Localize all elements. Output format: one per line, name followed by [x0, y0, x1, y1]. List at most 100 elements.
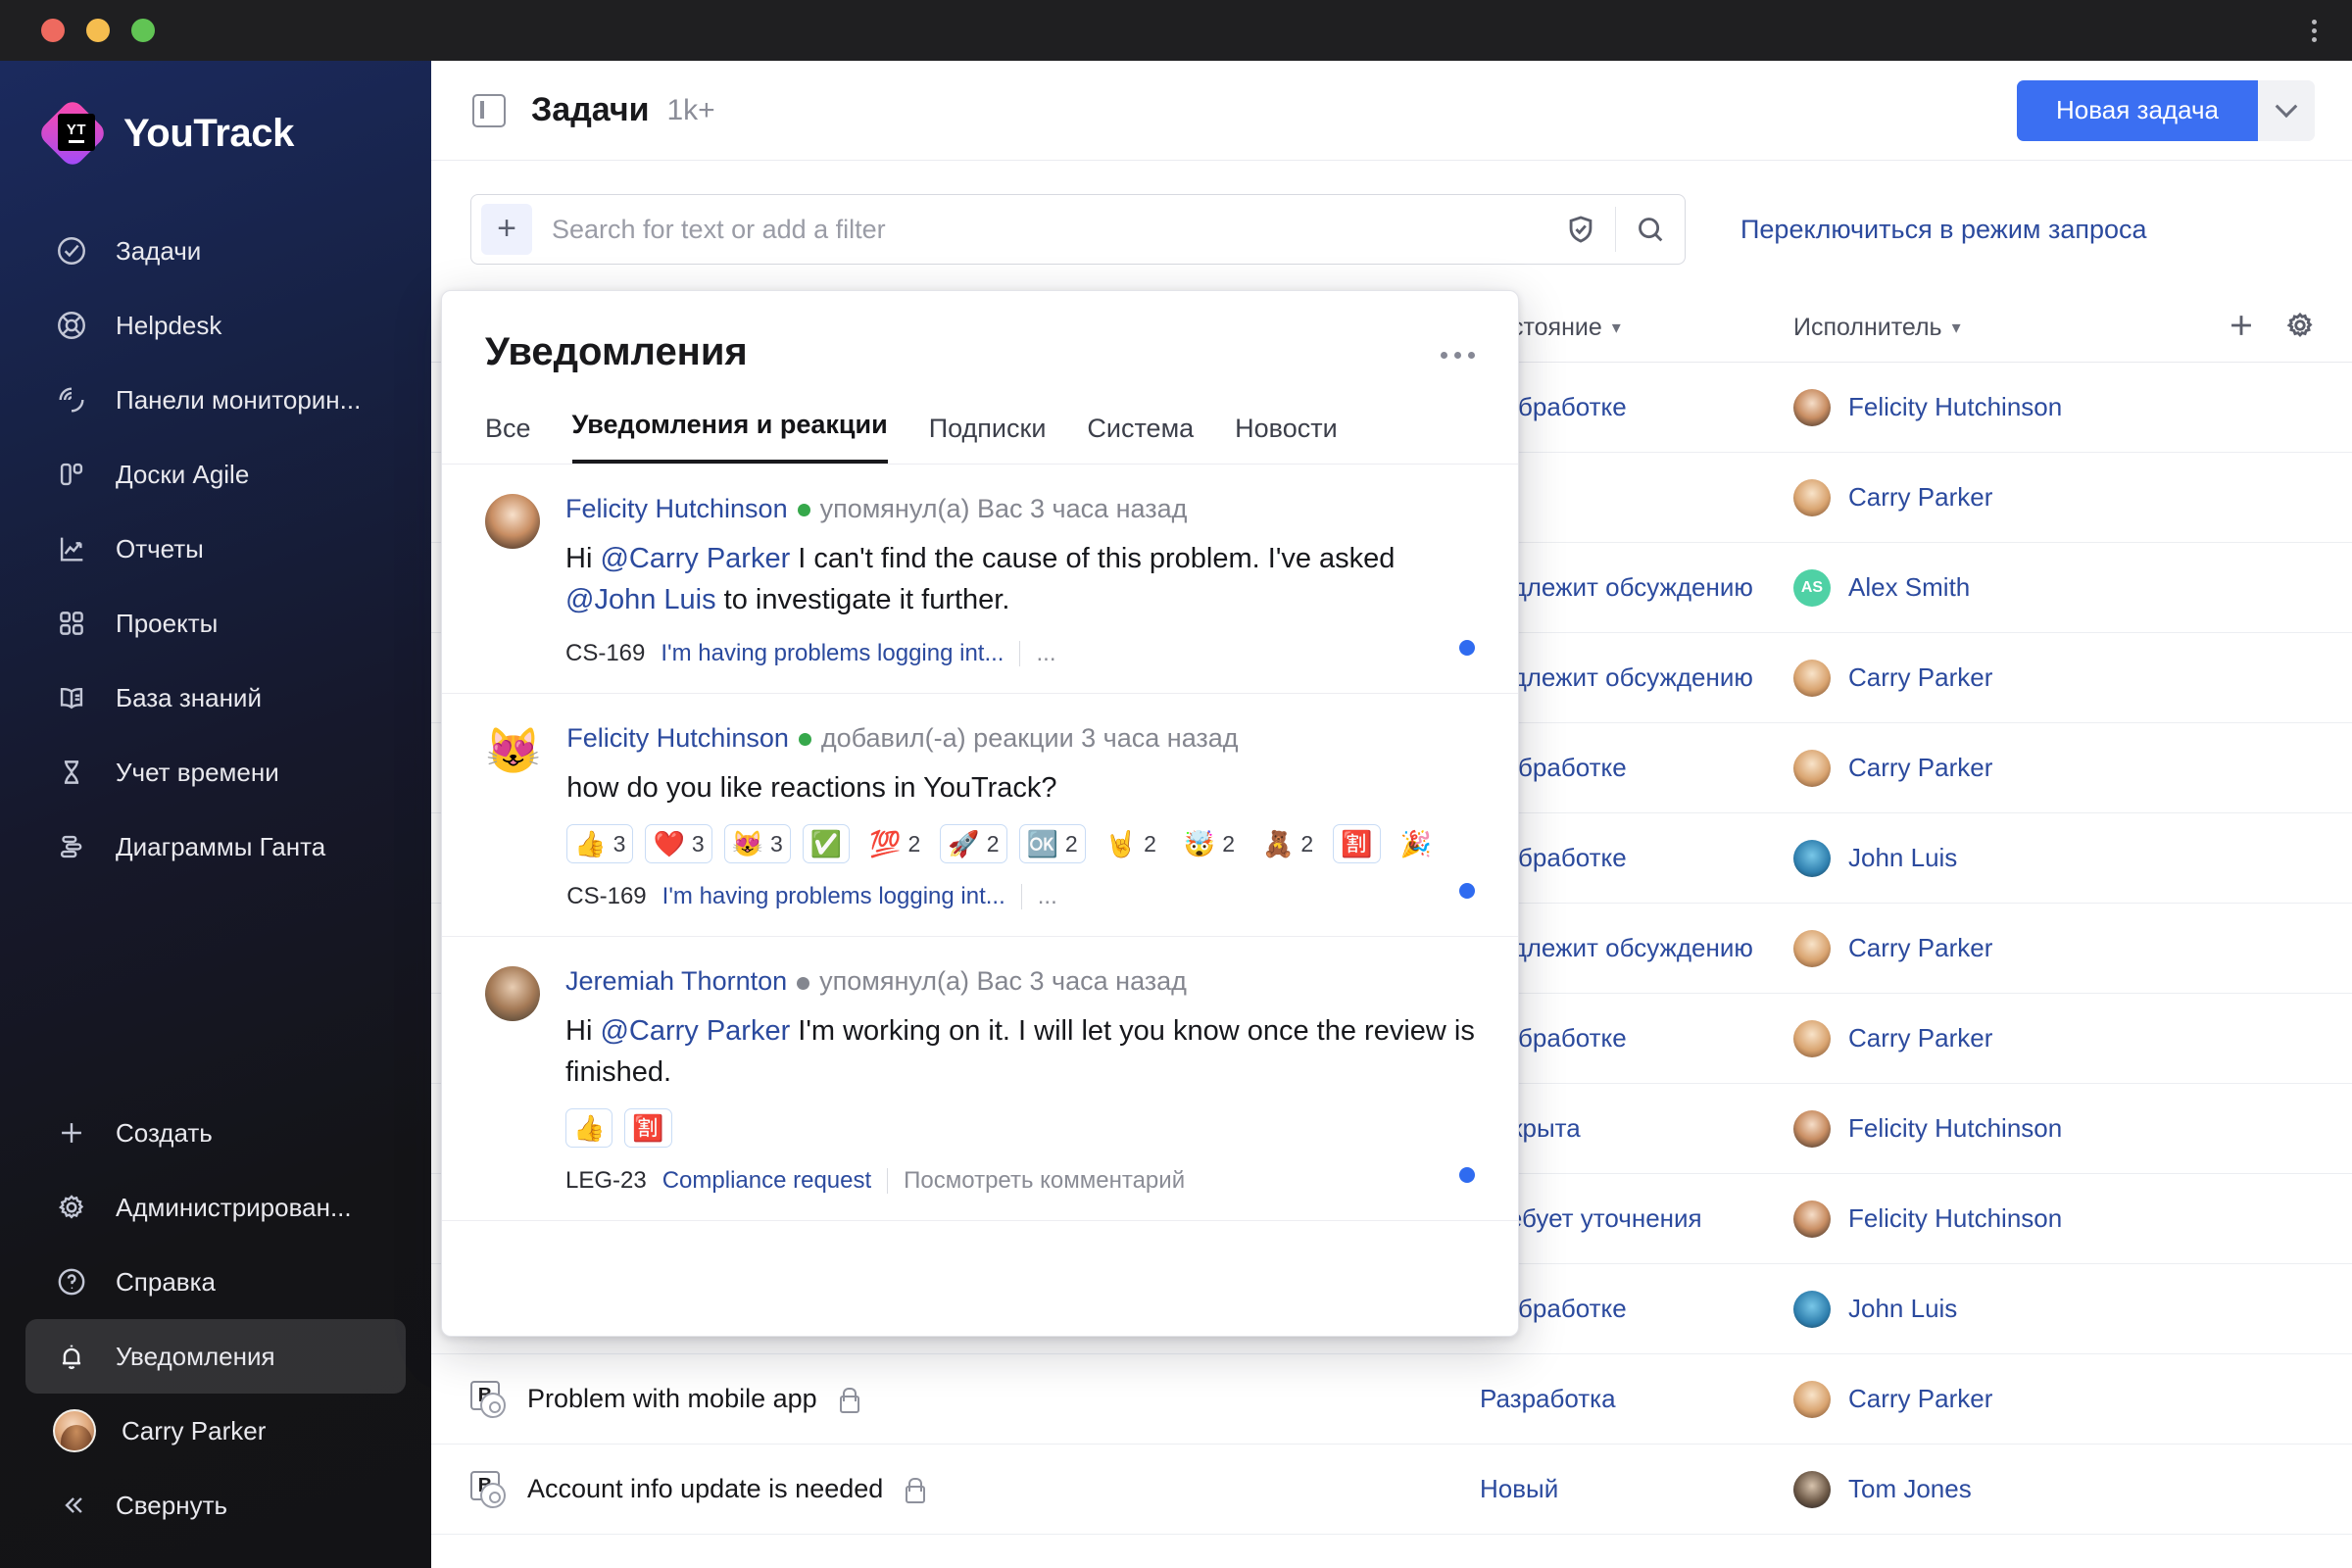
table-row[interactable]: B Problem with mobile app Разработка Carry … — [431, 1354, 2352, 1445]
cell-state[interactable]: Подлежит обсуждению — [1480, 933, 1793, 963]
notification-item[interactable]: 😻 Felicity Hutchinson добавил(-а) реакции … — [442, 694, 1518, 938]
new-issue-dropdown-button[interactable] — [2258, 79, 2315, 141]
footer-extra[interactable]: ... — [1038, 883, 1057, 910]
unread-indicator-dot[interactable] — [1459, 640, 1475, 657]
cell-assignee[interactable]: Felicity Hutchinson — [1793, 1109, 2215, 1148]
cell-state[interactable]: Новый — [1480, 1474, 1793, 1504]
issue-link[interactable]: I'm having problems logging int... — [661, 640, 1004, 667]
issue-link[interactable]: I'm having problems logging int... — [662, 883, 1005, 910]
cell-assignee[interactable]: Carry Parker — [1793, 929, 2215, 967]
notification-author[interactable]: Jeremiah Thornton — [565, 966, 787, 996]
cell-assignee[interactable]: Carry Parker — [1793, 1019, 2215, 1057]
reaction-chip[interactable]: 🤯 2 — [1175, 824, 1244, 864]
close-window-button[interactable] — [41, 19, 65, 42]
cell-assignee[interactable]: Tom Jones — [1793, 1470, 2215, 1508]
switch-to-query-mode-link[interactable]: Переключиться в режим запроса — [1740, 215, 2147, 245]
maximize-window-button[interactable] — [131, 19, 155, 42]
mention-link[interactable]: @Carry Parker — [600, 543, 790, 574]
sidebar-item-create[interactable]: Создать — [25, 1096, 406, 1170]
sidebar-item-helpdesk[interactable]: Helpdesk — [25, 288, 406, 363]
ellipsis-icon[interactable] — [1441, 330, 1475, 359]
sidebar-item-user-profile[interactable]: Carry Parker — [25, 1394, 406, 1468]
tab-item[interactable]: Система — [1087, 414, 1194, 464]
reaction-chip[interactable]: 🈹 — [624, 1108, 672, 1149]
footer-extra[interactable]: Посмотреть комментарий — [904, 1167, 1185, 1195]
reaction-chip[interactable]: 😻 3 — [723, 824, 791, 864]
column-header-state[interactable]: Состояние ▾ — [1480, 314, 1793, 342]
issue-id[interactable]: LEG-23 — [565, 1167, 647, 1195]
cell-assignee[interactable]: John Luis — [1793, 1290, 2215, 1328]
issue-link[interactable]: Compliance request — [662, 1167, 871, 1195]
reaction-chip[interactable]: 💯 2 — [861, 824, 929, 864]
notification-item[interactable]: Jeremiah Thornton упомянул(а) Вас 3 часа … — [442, 937, 1518, 1222]
sidebar-item-agile-boards[interactable]: Доски Agile — [25, 437, 406, 512]
notification-item[interactable]: Felicity Hutchinson упомянул(а) Вас 3 час… — [442, 465, 1518, 695]
cell-assignee[interactable]: Carry Parker — [1793, 1380, 2215, 1418]
tab-item[interactable]: Все — [485, 414, 531, 464]
minimize-window-button[interactable] — [86, 19, 110, 42]
column-header-assignee[interactable]: Исполнитель ▾ — [1793, 314, 2215, 342]
sidebar-item-help[interactable]: Справка — [25, 1245, 406, 1319]
tab-active[interactable]: Уведомления и реакции — [571, 410, 888, 464]
reaction-chip[interactable]: ❤️ 3 — [645, 824, 712, 864]
issue-id[interactable]: CS-169 — [566, 883, 646, 910]
tab-item[interactable]: Новости — [1235, 414, 1338, 464]
notification-author[interactable]: Felicity Hutchinson — [565, 494, 788, 523]
search-input[interactable] — [532, 214, 1546, 245]
reaction-chip[interactable]: 🈹 — [1333, 824, 1381, 864]
sidebar-collapse-button[interactable]: Свернуть — [25, 1468, 406, 1543]
sidebar-item-time-tracking[interactable]: Учет времени — [25, 735, 406, 809]
cell-state[interactable]: Подлежит обсуждению — [1480, 662, 1793, 693]
table-row[interactable]: B Account info update is needed Новый Tom J… — [431, 1445, 2352, 1535]
cell-assignee[interactable]: Carry Parker — [1793, 478, 2215, 516]
sidebar-item-gantt-charts[interactable]: Диаграммы Ганта — [25, 809, 406, 884]
search-icon[interactable] — [1616, 213, 1685, 246]
cell-state[interactable]: В обработке — [1480, 392, 1793, 422]
sidebar-item-administration[interactable]: Администрирован... — [25, 1170, 406, 1245]
cell-assignee[interactable]: John Luis — [1793, 839, 2215, 877]
reaction-chip[interactable]: 🤘 2 — [1097, 824, 1164, 864]
cell-state[interactable]: В обработке — [1480, 1294, 1793, 1324]
cell-assignee[interactable]: Felicity Hutchinson — [1793, 1200, 2215, 1238]
add-filter-button[interactable]: + — [481, 204, 532, 255]
cell-assignee[interactable]: Carry Parker — [1793, 749, 2215, 787]
sidebar-item-knowledge-base[interactable]: База знаний — [25, 661, 406, 735]
reaction-chip[interactable]: 👍 — [565, 1108, 613, 1149]
cell-state[interactable]: В обработке — [1480, 843, 1793, 873]
reaction-chip[interactable]: 🎉 — [1392, 824, 1440, 864]
cell-state[interactable]: В обработке — [1480, 753, 1793, 783]
sidebar-item-issues[interactable]: Задачи — [25, 214, 406, 288]
cell-state[interactable]: Разработка — [1480, 1384, 1793, 1414]
panel-toggle-icon[interactable] — [472, 93, 506, 127]
table-settings-button[interactable] — [2283, 309, 2317, 347]
cell-assignee[interactable]: Felicity Hutchinson — [1793, 388, 2215, 426]
brand-logo[interactable]: YT YouTrack — [0, 61, 431, 170]
tab-item[interactable]: Подписки — [929, 414, 1047, 464]
sidebar-item-dashboards[interactable]: Панели мониторин... — [25, 363, 406, 437]
add-column-button[interactable] — [2225, 309, 2258, 347]
cell-state[interactable]: В обработке — [1480, 1023, 1793, 1054]
cell-state[interactable]: Требует уточнения — [1480, 1203, 1793, 1234]
cell-assignee[interactable]: Carry Parker — [1793, 659, 2215, 697]
reaction-chip[interactable]: 👍 3 — [566, 824, 634, 864]
cell-assignee[interactable]: AS Alex Smith — [1793, 568, 2215, 607]
issue-title[interactable]: Account info update is needed — [527, 1474, 883, 1504]
kebab-menu-icon[interactable] — [2312, 19, 2317, 42]
cell-state[interactable]: Открыта — [1480, 1113, 1793, 1144]
sidebar-item-reports[interactable]: Отчеты — [25, 512, 406, 586]
footer-extra[interactable]: ... — [1036, 640, 1055, 667]
issue-id[interactable]: CS-169 — [565, 640, 645, 667]
sidebar-item-notifications[interactable]: Уведомления — [25, 1319, 406, 1394]
sidebar-item-projects[interactable]: Проекты — [25, 586, 406, 661]
reaction-chip[interactable]: 🚀 2 — [940, 824, 1007, 864]
mention-link[interactable]: @Carry Parker — [600, 1015, 790, 1047]
cell-state[interactable]: Подлежит обсуждению — [1480, 572, 1793, 603]
reaction-chip[interactable]: 🆗 2 — [1018, 824, 1086, 864]
notification-author[interactable]: Felicity Hutchinson — [566, 723, 789, 753]
issue-title[interactable]: Problem with mobile app — [527, 1384, 817, 1414]
mention-link[interactable]: @John Luis — [565, 584, 716, 615]
reaction-chip[interactable]: 🧸 2 — [1254, 824, 1322, 864]
reaction-chip[interactable]: ✅ — [802, 824, 851, 864]
new-issue-button[interactable]: Новая задача — [2017, 79, 2258, 141]
shield-check-icon[interactable] — [1546, 213, 1615, 246]
